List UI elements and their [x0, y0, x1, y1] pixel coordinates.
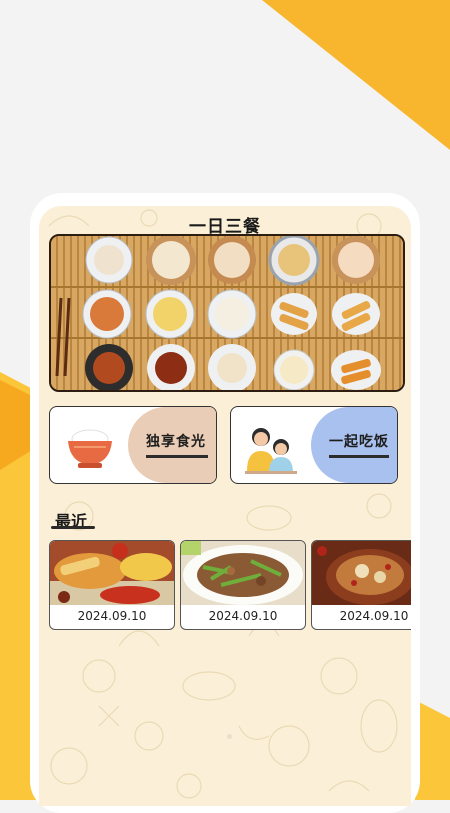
stir-fried-meat-photo [181, 541, 305, 605]
together-card-underline [329, 455, 389, 458]
recent-section-underline [51, 526, 95, 529]
together-dining-card[interactable]: 一起吃饭 [230, 406, 398, 484]
recent-item[interactable]: 2024.09.10 [311, 540, 411, 630]
solo-card-label: 独享食光 [146, 434, 206, 450]
recent-item-date: 2024.09.10 [339, 609, 409, 623]
bamboo-mat-dishes-image [51, 236, 403, 390]
recent-item-date: 2024.09.10 [77, 609, 147, 623]
recent-item-date: 2024.09.10 [208, 609, 278, 623]
recent-item[interactable]: 2024.09.10 [180, 540, 306, 630]
rice-bowl-icon [68, 429, 112, 468]
recent-item[interactable]: 2024.09.10 [49, 540, 175, 630]
meals-banner[interactable] [49, 234, 405, 392]
app-screen: 一日三餐 独享食光 一起吃饭 最近 2024.09.10 2024.09.10 … [39, 206, 411, 806]
solo-dining-card[interactable]: 独享食光 [49, 406, 217, 484]
solo-card-underline [146, 455, 208, 458]
soup-pot-photo [312, 541, 411, 605]
scroll-indicator-dot [227, 734, 232, 739]
chinese-feast-photo [50, 541, 174, 605]
family-icon [245, 428, 297, 474]
together-card-label: 一起吃饭 [329, 434, 389, 450]
